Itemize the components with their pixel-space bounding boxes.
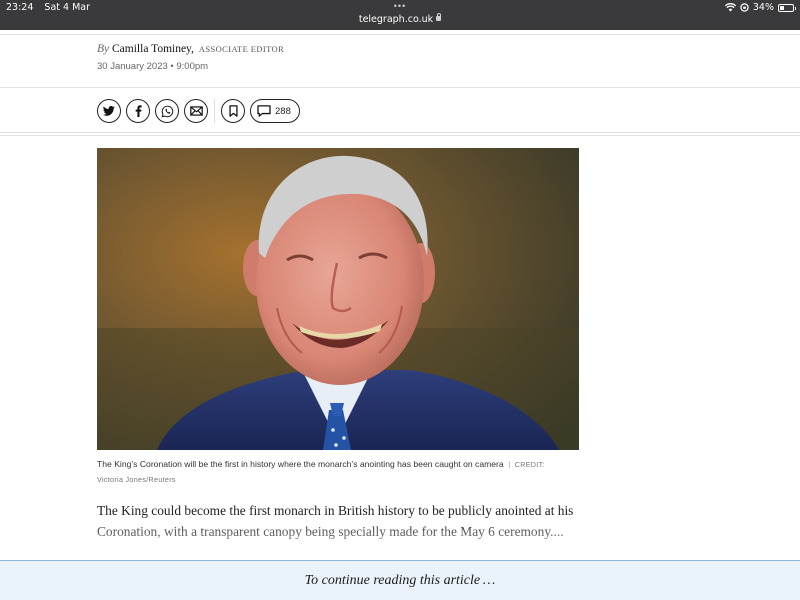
hero-photo-illustration <box>97 148 579 450</box>
browser-status-bar: 23:24 Sat 4 Mar ••• telegraph.co.uk 34% <box>0 0 800 30</box>
lock-icon <box>436 13 442 21</box>
share-divider <box>214 99 215 123</box>
share-twitter-button[interactable] <box>97 99 121 123</box>
article-byline: By Camilla Tominey, ASSOCIATE EDITOR <box>97 43 284 55</box>
battery-icon <box>778 3 796 12</box>
caption-separator: | <box>508 459 511 469</box>
share-bar: 288 <box>97 99 300 123</box>
caption-text: The King’s Coronation will be the first … <box>97 459 504 469</box>
tab-overflow-dots-icon[interactable]: ••• <box>0 2 800 11</box>
status-right: 34% <box>724 2 796 13</box>
paywall-fade <box>0 520 800 560</box>
share-facebook-button[interactable] <box>126 99 150 123</box>
publish-date: 30 January 2023 • 9:00pm <box>97 61 209 72</box>
twitter-icon <box>103 106 115 116</box>
address-bar[interactable]: telegraph.co.uk <box>0 13 800 25</box>
bookmark-button[interactable] <box>221 99 245 123</box>
credit-label: CREDIT: <box>514 460 545 469</box>
comment-count: 288 <box>275 105 291 117</box>
paywall-banner[interactable]: To continue reading this article … <box>0 560 800 600</box>
author-name[interactable]: Camilla Tominey, <box>112 43 194 55</box>
divider <box>0 34 800 35</box>
author-role: ASSOCIATE EDITOR <box>198 44 285 54</box>
bookmark-icon <box>228 105 238 117</box>
share-email-button[interactable] <box>184 99 208 123</box>
facebook-icon <box>135 105 142 117</box>
divider <box>0 87 800 88</box>
comments-button[interactable]: 288 <box>250 99 300 123</box>
address-url: telegraph.co.uk <box>358 14 434 25</box>
hero-caption: The King’s Coronation will be the first … <box>97 457 579 487</box>
comment-icon <box>257 105 271 117</box>
share-whatsapp-button[interactable] <box>155 99 179 123</box>
hero-image[interactable] <box>97 148 579 450</box>
whatsapp-icon <box>161 105 173 117</box>
divider <box>0 132 800 133</box>
credit-name: Victoria Jones/Reuters <box>97 475 176 484</box>
divider <box>0 135 800 136</box>
orientation-lock-icon <box>740 3 749 12</box>
email-icon <box>189 106 203 116</box>
byline-prefix: By <box>97 43 110 55</box>
battery-percent: 34% <box>752 2 774 13</box>
paywall-text: To continue reading this article … <box>304 572 496 588</box>
wifi-icon <box>724 3 736 12</box>
